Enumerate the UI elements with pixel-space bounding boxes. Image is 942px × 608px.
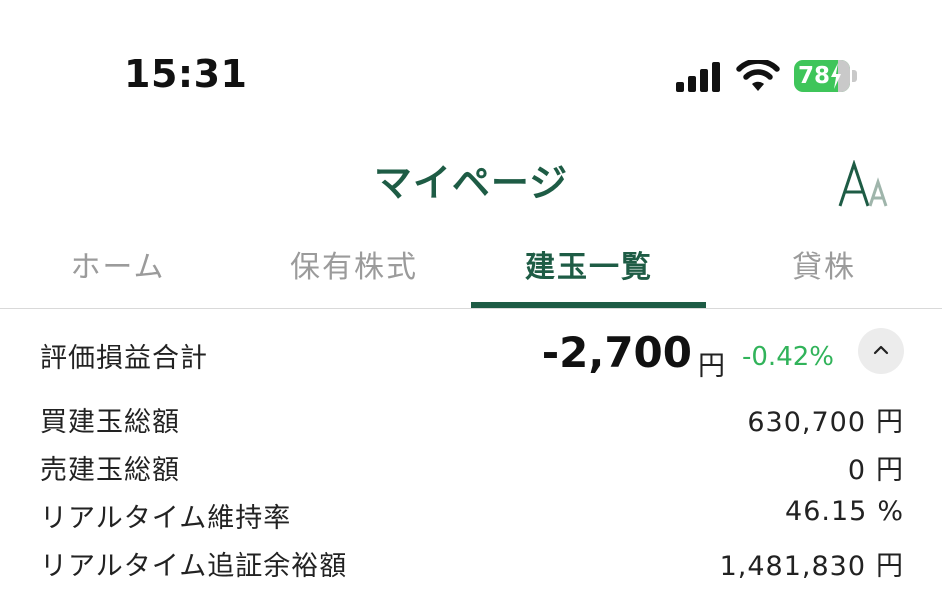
- tab-stock-lending[interactable]: 貸株: [706, 236, 942, 308]
- battery-charging-icon: 78: [794, 60, 850, 92]
- total-profit-loss-value: -2,700: [541, 328, 692, 377]
- detail-value: 630,700 円: [747, 400, 904, 439]
- tab-holdings[interactable]: 保有株式: [236, 236, 472, 308]
- font-size-button[interactable]: [834, 159, 894, 212]
- detail-row-margin-surplus: リアルタイム追証余裕額 1,481,830 円: [0, 538, 942, 584]
- status-time: 15:31: [124, 52, 248, 96]
- detail-amount: 46.15: [785, 496, 868, 527]
- battery-level: 78: [798, 63, 831, 89]
- chevron-up-icon: [873, 345, 889, 355]
- detail-row-long-total: 買建玉総額 630,700 円: [0, 394, 942, 440]
- detail-amount: 0: [847, 455, 866, 486]
- page-title: マイページ: [373, 161, 569, 205]
- collapse-button[interactable]: [858, 328, 904, 374]
- detail-unit: 円: [876, 407, 904, 438]
- detail-row-short-total: 売建玉総額 0円: [0, 442, 942, 488]
- total-profit-loss-percent: -0.42%: [742, 342, 834, 372]
- tab-bar: ホーム 保有株式 建玉一覧 貸株: [0, 236, 942, 309]
- detail-label: リアルタイム追証余裕額: [40, 551, 348, 582]
- detail-value: 0円: [848, 448, 904, 487]
- battery-cap: [852, 70, 857, 82]
- detail-value: 46.15%: [785, 496, 904, 527]
- detail-label: リアルタイム維持率: [40, 503, 292, 534]
- status-bar: 15:31 78: [0, 0, 942, 140]
- active-tab-indicator: [471, 302, 706, 308]
- detail-row-maintenance-ratio: リアルタイム維持率 46.15%: [0, 490, 942, 536]
- detail-unit: 円: [876, 455, 904, 486]
- total-profit-loss-unit: 円: [698, 351, 725, 382]
- detail-unit: %: [877, 496, 904, 527]
- cellular-signal-icon: [676, 62, 720, 92]
- tab-positions[interactable]: 建玉一覧: [471, 236, 707, 308]
- font-size-icon: [838, 159, 888, 207]
- detail-label: 売建玉総額: [40, 455, 180, 486]
- detail-amount: 1,481,830: [719, 551, 866, 582]
- detail-amount: 630,700: [747, 407, 866, 438]
- summary-label: 評価損益合計: [40, 343, 208, 374]
- detail-unit: 円: [876, 551, 904, 582]
- wifi-icon: [736, 60, 780, 91]
- detail-value: 1,481,830 円: [720, 544, 904, 583]
- charging-bolt-icon: [831, 63, 841, 89]
- tab-home[interactable]: ホーム: [0, 236, 236, 308]
- profit-loss-summary: 評価損益合計 -2,700 円 -0.42%: [0, 322, 942, 386]
- detail-label: 買建玉総額: [40, 407, 180, 438]
